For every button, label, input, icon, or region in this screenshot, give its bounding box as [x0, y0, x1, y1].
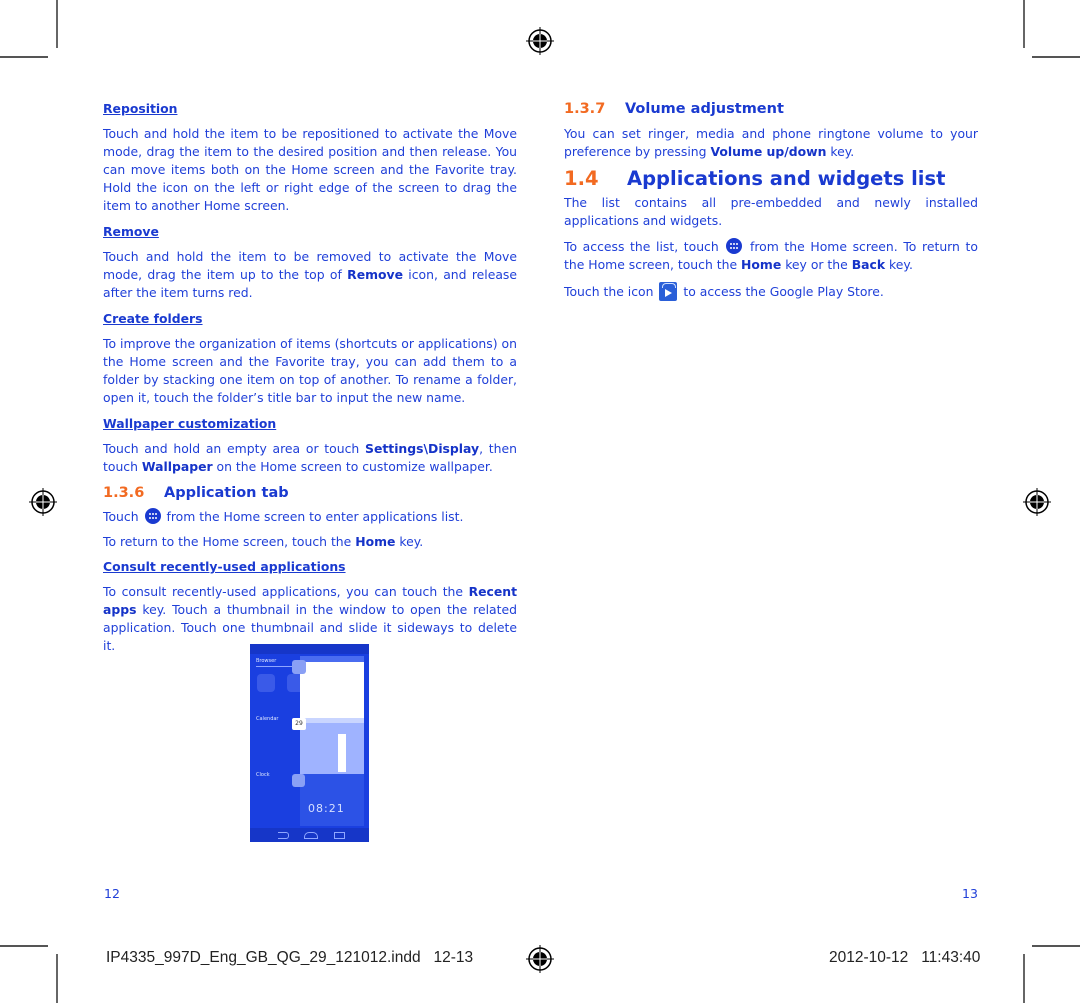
create-folders-heading: Create folders	[103, 311, 203, 326]
create-folders-body: To improve the organization of items (sh…	[103, 336, 517, 405]
browser-label: Browser	[256, 658, 277, 664]
wallpaper-heading: Wallpaper customization	[103, 416, 277, 431]
app-tab-text: To return to the Home screen, touch the	[103, 534, 356, 549]
clock-time: 08:21	[308, 802, 345, 815]
apps-text: Touch the icon	[564, 284, 654, 299]
all-apps-icon	[144, 508, 161, 524]
app-tab-bold: Home	[355, 534, 396, 549]
crop-mark	[1032, 945, 1080, 947]
back-icon	[278, 832, 289, 839]
crop-mark	[1023, 954, 1025, 1003]
apps-widgets-heading: 1.4 Applications and widgets list	[564, 167, 978, 190]
wallpaper-bold: Wallpaper	[141, 459, 213, 474]
apps-text: key or the	[781, 257, 852, 272]
volume-heading: 1.3.7 Volume adjustment	[564, 100, 978, 118]
section-number: 1.3.7	[564, 101, 606, 117]
crop-mark	[0, 56, 48, 58]
crop-mark	[56, 954, 58, 1003]
calendar-thumbnail	[300, 718, 364, 779]
app-tab-text: key.	[395, 534, 424, 549]
apps-text: To access the list, touch	[564, 239, 719, 254]
right-page-column: 1.3.7 Volume adjustment You can set ringe…	[564, 100, 978, 301]
volume-body: You can set ringer, media and phone ring…	[564, 125, 978, 161]
left-page-column: Reposition Touch and hold the item to be…	[103, 100, 517, 655]
application-tab-line2: To return to the Home screen, touch the …	[103, 533, 517, 551]
apps-widgets-para1: The list contains all pre-embedded and n…	[564, 195, 978, 228]
crop-mark	[1023, 0, 1025, 48]
recent-apps-screenshot: Browser Calendar 29 Clock 08:21	[250, 644, 369, 842]
registration-mark-icon	[29, 488, 57, 516]
all-apps-icon	[726, 238, 743, 254]
application-tab-line1: Touch from the Home screen to enter appl…	[103, 508, 517, 526]
status-bar	[250, 644, 369, 654]
recent-apps-heading: Consult recently-used applications	[103, 559, 346, 574]
section-number: 1.3.6	[103, 485, 145, 501]
crop-mark	[1032, 56, 1080, 58]
browser-thumbnail	[300, 656, 364, 722]
wallpaper-text: on the Home screen to customize wallpape…	[212, 459, 493, 474]
wallpaper-bold: Settings\Display	[365, 441, 480, 456]
clock-label: Clock	[256, 772, 270, 778]
recent-apps-icon	[334, 832, 345, 839]
remove-body: Touch and hold the item to be removed to…	[103, 248, 517, 302]
section-number: 1.4	[564, 167, 599, 190]
reposition-heading: Reposition	[103, 101, 178, 116]
app-tab-text: Touch	[103, 509, 139, 524]
apps-widgets-para3: Touch the icon to access the Google Play…	[564, 282, 978, 301]
play-store-icon	[659, 282, 678, 301]
clock-thumbnail	[300, 774, 364, 826]
divider	[256, 666, 296, 667]
browser-app-icon	[292, 660, 306, 674]
section-title: Application tab	[164, 485, 289, 501]
remove-heading: Remove	[103, 224, 159, 239]
apps-bold: Back	[851, 257, 886, 272]
calendar-label: Calendar	[256, 716, 279, 722]
remove-bold: Remove	[347, 267, 404, 282]
page-number-right: 13	[962, 886, 978, 901]
registration-mark-icon	[1023, 488, 1051, 516]
calendar-cell	[338, 734, 346, 772]
app-tab-text: from the Home screen to enter applicatio…	[166, 509, 464, 524]
calendar-app-icon: 29	[292, 718, 306, 730]
home-icon	[304, 832, 318, 839]
crop-mark	[0, 945, 48, 947]
section-title: Applications and widgets list	[627, 167, 946, 190]
clock-app-icon	[292, 774, 305, 787]
registration-mark-icon	[526, 27, 554, 55]
crop-mark	[56, 0, 58, 48]
slug-timestamp: 2012-10-12 11:43:40	[829, 949, 981, 966]
wallpaper-body: Touch and hold an empty area or touch Se…	[103, 440, 517, 476]
volume-text: key.	[826, 144, 855, 159]
slug-filename: IP4335_997D_Eng_GB_QG_29_121012.indd 12-…	[106, 949, 474, 966]
page-number-left: 12	[104, 886, 120, 901]
apps-widgets-para2: To access the list, touch from the Home …	[564, 238, 978, 274]
wallpaper-text: Touch and hold an empty area or touch	[103, 441, 366, 456]
apps-text: key.	[885, 257, 913, 272]
volume-bold: Volume up/down	[710, 144, 827, 159]
registration-mark-icon	[526, 945, 554, 973]
reposition-body: Touch and hold the item to be reposition…	[103, 126, 517, 213]
app-icon-placeholder	[257, 674, 275, 692]
apps-text: to access the Google Play Store.	[683, 284, 884, 299]
application-tab-heading: 1.3.6 Application tab	[103, 484, 517, 502]
recent-text: To consult recently-used applications, y…	[103, 584, 469, 599]
section-title: Volume adjustment	[625, 101, 784, 117]
apps-bold: Home	[741, 257, 782, 272]
